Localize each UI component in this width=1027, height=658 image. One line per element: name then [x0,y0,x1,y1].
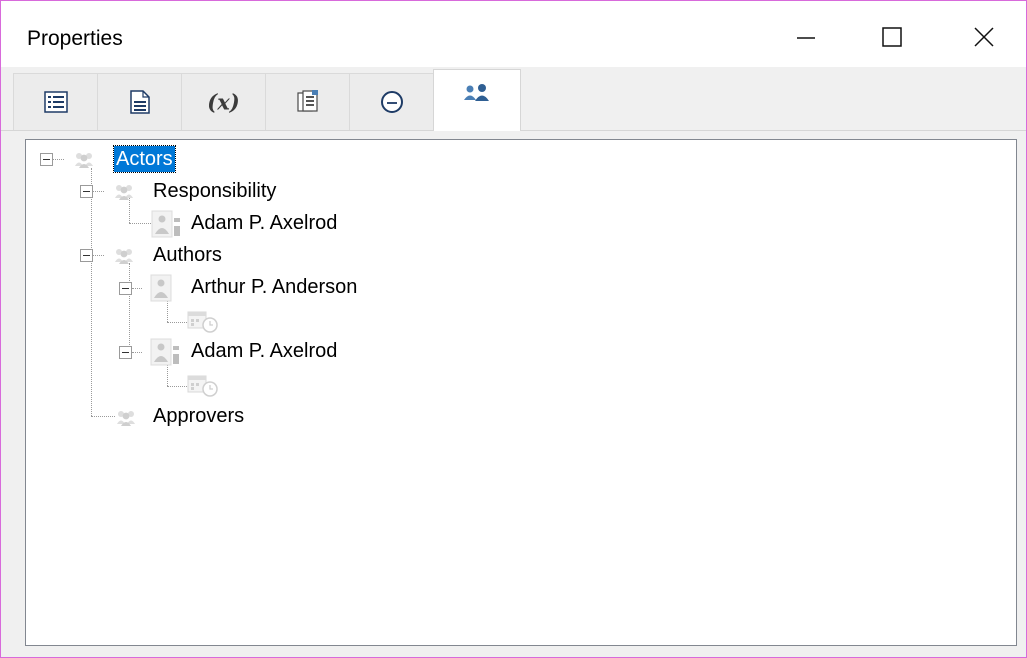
tab-history[interactable] [349,73,433,130]
tree-node-approvers[interactable]: Approvers [153,403,244,429]
tree-node-authors[interactable]: Authors [153,242,222,268]
group-icon [115,249,133,264]
document-icon [129,90,150,114]
tree-node-author-2[interactable]: Adam P. Axelrod [191,338,337,364]
tab-variables[interactable]: (x) [181,73,265,130]
tab-document[interactable] [97,73,181,130]
minimize-icon [797,37,815,39]
tree-connector [129,223,151,224]
tab-actors[interactable] [433,69,521,131]
collapse-toggle-responsibility[interactable] [80,185,93,198]
group-icon [75,153,93,168]
tree-connector [132,352,142,353]
collapse-toggle-actors[interactable] [40,153,53,166]
maximize-icon [882,27,902,47]
tab-properties-list[interactable] [13,73,97,130]
tree-node-actors[interactable]: Actors [113,145,176,173]
minimize-button[interactable] [781,15,831,59]
tree-connector [167,386,187,387]
group-icon [117,411,135,426]
title-bar[interactable]: Properties [1,1,1026,67]
person-icon [150,338,179,366]
list-icon [43,91,68,113]
clock-icon [380,91,403,113]
tree-connector [91,416,115,417]
tab-report[interactable] [265,73,349,130]
collapse-toggle-authors[interactable] [80,249,93,262]
calendar-clock-icon [187,375,218,397]
tab-strip: (x) [1,67,1026,131]
tree-connector [92,255,104,256]
tree-connector [129,263,130,351]
person-icon [150,274,172,302]
tree-connector [92,191,104,192]
tree-node-author-1[interactable]: Arthur P. Anderson [191,274,357,300]
properties-window: Properties (x) Actors Responsibility Ada… [0,0,1027,658]
actors-tree[interactable]: Actors Responsibility Adam P. Axelrod Au… [25,139,1017,646]
close-icon [974,27,994,47]
group-icon [115,185,133,200]
tree-connector [132,288,142,289]
collapse-toggle-author-2[interactable] [119,346,132,359]
variable-icon: (x) [207,89,240,115]
tree-connector [52,159,64,160]
tree-node-responsibility-person[interactable]: Adam P. Axelrod [191,210,337,236]
person-icon [151,210,180,238]
calendar-clock-icon [187,311,218,333]
collapse-toggle-author-1[interactable] [119,282,132,295]
close-button[interactable] [959,15,1009,59]
report-icon [296,90,318,112]
tree-connector [167,322,187,323]
window-title: Properties [27,27,123,50]
tree-connector [91,168,92,416]
users-icon [464,84,489,102]
maximize-button[interactable] [867,15,917,59]
tree-node-responsibility[interactable]: Responsibility [153,178,276,204]
